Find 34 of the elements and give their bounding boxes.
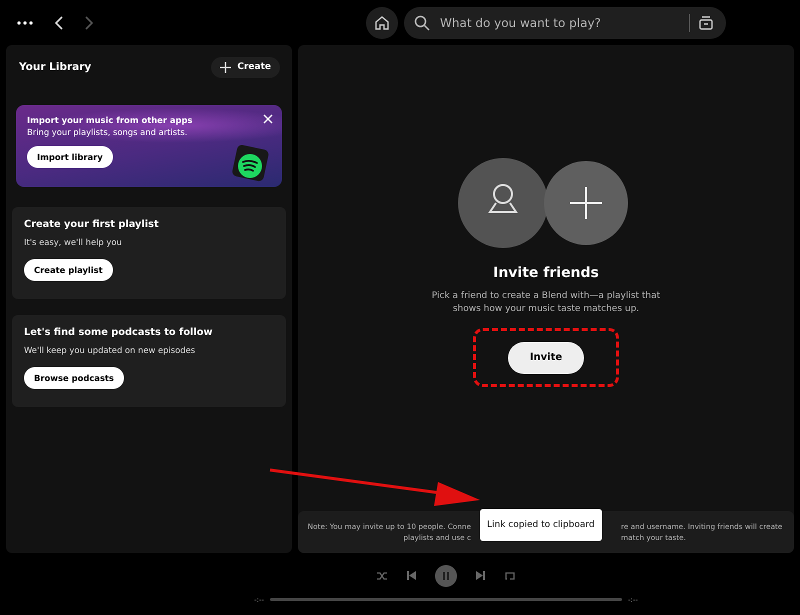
invite-description: Pick a friend to create a Blend with—a playlist that shows how your music taste matches up.	[430, 290, 662, 316]
previous-icon[interactable]	[406, 570, 417, 581]
import-subtitle: Bring your playlists, songs and artists.	[27, 127, 188, 137]
card-title: Create your first playlist	[24, 219, 159, 230]
import-title: Import your music from other apps	[27, 115, 193, 125]
home-button[interactable]	[366, 6, 398, 38]
plus-icon	[220, 62, 232, 72]
library-title: Your Library	[19, 61, 92, 73]
pause-button[interactable]	[435, 564, 457, 586]
repeat-icon[interactable]	[504, 570, 516, 582]
shuffle-icon[interactable]	[376, 570, 388, 582]
invite-heading: Invite friends	[493, 265, 599, 281]
invite-button[interactable]: Invite	[508, 342, 584, 374]
import-library-button[interactable]: Import library	[27, 146, 113, 168]
card-button[interactable]: Browse podcasts	[24, 367, 124, 389]
forward-icon[interactable]	[85, 16, 93, 30]
search-icon	[414, 14, 430, 30]
pause-icon	[441, 570, 451, 580]
search-field[interactable]: What do you want to play?	[404, 6, 726, 38]
browse-icon[interactable]	[698, 14, 714, 30]
card-title: Let's find some podcasts to follow	[24, 327, 213, 338]
create-button[interactable]: Create	[211, 56, 280, 78]
card-subtitle: We'll keep you updated on new episodes	[24, 345, 196, 355]
card-subtitle: It's easy, we'll help you	[24, 237, 122, 247]
home-icon	[374, 14, 390, 30]
person-avatar-icon	[458, 158, 548, 248]
back-icon[interactable]	[55, 16, 63, 30]
toast-message: Link copied to clipboard	[480, 509, 602, 541]
search-input[interactable]: What do you want to play?	[438, 14, 681, 30]
more-icon[interactable]	[17, 20, 33, 24]
close-icon[interactable]	[263, 114, 273, 124]
card-button[interactable]: Create playlist	[24, 259, 113, 281]
add-avatar-icon	[544, 161, 628, 245]
next-icon[interactable]	[475, 570, 486, 581]
